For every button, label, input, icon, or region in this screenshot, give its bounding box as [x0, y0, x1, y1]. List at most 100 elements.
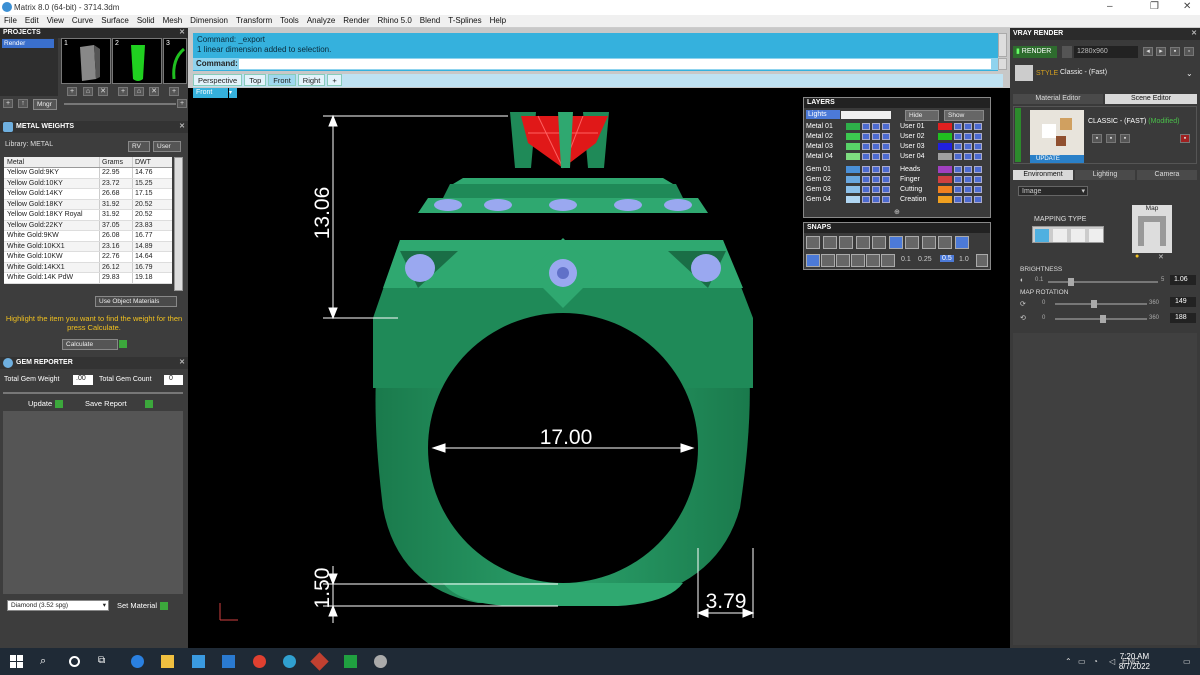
map-star-icon[interactable]: ●	[1135, 253, 1145, 261]
layer-color-swatch[interactable]	[846, 186, 860, 193]
layer-lock-icon[interactable]	[964, 133, 972, 140]
layer-lock-icon[interactable]	[964, 176, 972, 183]
prev-icon[interactable]: ◂	[1143, 47, 1153, 56]
thumb-delete2-icon[interactable]: ✕	[149, 87, 159, 96]
table-row[interactable]: Yellow Gold:9KY 22.95 14.76	[4, 168, 172, 179]
tab-right[interactable]: Right	[297, 74, 326, 86]
tab-environment[interactable]: Environment	[1013, 170, 1073, 180]
menu-surface[interactable]: Surface	[97, 15, 133, 27]
render-button[interactable]: ▮ RENDER	[1013, 46, 1057, 58]
layer-metal-04[interactable]: Metal 04	[806, 152, 833, 161]
snap-perp-icon[interactable]	[921, 236, 936, 249]
tray-wifi-icon[interactable]: ◔	[1093, 657, 1098, 666]
layer-visible-icon[interactable]	[862, 186, 870, 193]
table-scrollbar[interactable]	[174, 157, 183, 291]
resolution-field[interactable]: 1280x960	[1074, 46, 1138, 58]
dim-diameter-label[interactable]: 17.00	[540, 426, 593, 449]
layer-lock-icon[interactable]	[872, 143, 880, 150]
layers-expand-icon[interactable]: ⊕	[894, 208, 900, 216]
menu-transform[interactable]: Transform	[232, 15, 276, 27]
layer-lock-icon[interactable]	[872, 186, 880, 193]
dim-width-label[interactable]: 3.79	[706, 590, 747, 613]
map-sphere-icon[interactable]	[1071, 229, 1085, 242]
search-icon[interactable]: ⌕	[40, 655, 53, 668]
tab-perspective[interactable]: Perspective	[193, 74, 243, 86]
library-user-button[interactable]: User	[153, 141, 181, 152]
restore-button[interactable]: ❐	[1150, 1, 1159, 12]
layer-lock-icon[interactable]	[872, 176, 880, 183]
lights-layer[interactable]: Lights	[806, 110, 840, 119]
layer-select-icon[interactable]	[882, 123, 890, 130]
layer-color-swatch[interactable]	[938, 186, 952, 193]
layer-lock-icon[interactable]	[872, 196, 880, 203]
layer-color-swatch[interactable]	[938, 123, 952, 130]
other-app-icon[interactable]	[374, 655, 387, 668]
rotation2-slider[interactable]	[1055, 315, 1147, 323]
layer-color-swatch[interactable]	[846, 153, 860, 160]
manager-button[interactable]: Mngr	[33, 99, 57, 110]
update-preview-button[interactable]: UPDATE	[1030, 155, 1084, 163]
layer-select-icon[interactable]	[882, 153, 890, 160]
layer-visible-icon[interactable]	[954, 133, 962, 140]
layer-visible-icon[interactable]	[954, 143, 962, 150]
layer-lock-icon[interactable]	[964, 196, 972, 203]
menu-edit[interactable]: Edit	[21, 15, 43, 27]
table-row[interactable]: Yellow Gold:22KY 37.05 23.83	[4, 220, 172, 231]
viewport-label[interactable]: Front ▾	[193, 88, 237, 98]
layer-lock-icon[interactable]	[964, 143, 972, 150]
layer-select-icon[interactable]	[974, 176, 982, 183]
layer-cutting[interactable]: Cutting	[900, 185, 922, 194]
layer-lock-icon[interactable]	[872, 133, 880, 140]
table-row[interactable]: Yellow Gold:14KY 26.68 17.15	[4, 189, 172, 200]
layer-lock-icon[interactable]	[964, 123, 972, 130]
resolution-icon[interactable]	[1062, 46, 1072, 58]
layer-gem-04[interactable]: Gem 04	[806, 195, 831, 204]
layer-color-swatch[interactable]	[846, 133, 860, 140]
layer-select-icon[interactable]	[974, 133, 982, 140]
table-row[interactable]: White Gold:9KW 26.08 16.77	[4, 231, 172, 242]
command-input-scrollbar[interactable]	[998, 58, 1007, 70]
snap-curve-icon[interactable]	[822, 236, 837, 249]
project-up-button[interactable]: ↑	[18, 99, 28, 108]
menu-rhino[interactable]: Rhino 5.0	[374, 15, 416, 27]
close-icon[interactable]: ✕	[179, 28, 185, 38]
minimize-button[interactable]: –	[1107, 1, 1113, 12]
thumb-folder-icon[interactable]: ⌂	[83, 87, 93, 96]
layer-color-swatch[interactable]	[846, 196, 860, 203]
edge-icon[interactable]	[131, 655, 144, 668]
layer-finger[interactable]: Finger	[900, 175, 920, 184]
copy-preset-icon[interactable]: ▪	[1106, 134, 1116, 143]
brightness-slider-knob[interactable]	[1068, 278, 1075, 286]
snap-planar-icon[interactable]	[806, 254, 820, 267]
menu-blend[interactable]: Blend	[416, 15, 444, 27]
calculate-arrow-icon[interactable]	[119, 340, 127, 348]
layer-select-icon[interactable]	[882, 186, 890, 193]
chrome-icon[interactable]	[253, 655, 266, 668]
layer-color-swatch[interactable]	[846, 176, 860, 183]
tray-network-icon[interactable]: ▭	[1078, 657, 1086, 666]
layer-visible-icon[interactable]	[954, 186, 962, 193]
hide-button[interactable]: Hide	[905, 110, 939, 121]
snap-value-01[interactable]: 0.1	[901, 256, 911, 263]
menu-view[interactable]: View	[43, 15, 68, 27]
thumb-add3-icon[interactable]: +	[169, 87, 179, 96]
snap-ortho-icon[interactable]	[821, 254, 835, 267]
snap-knot-icon[interactable]	[851, 254, 865, 267]
clock[interactable]: 7:20 AM 8/7/2022	[1119, 652, 1150, 672]
layer-gem-03[interactable]: Gem 03	[806, 185, 831, 194]
notification-icon[interactable]: ▭	[1183, 657, 1191, 666]
project-thumb-1[interactable]: 1	[61, 38, 111, 84]
layer-lock-icon[interactable]	[872, 166, 880, 173]
snap-mid-icon[interactable]	[888, 236, 903, 249]
layer-user-01[interactable]: User 01	[900, 122, 925, 131]
use-object-materials-button[interactable]: Use Object Materials	[95, 296, 177, 307]
layer-visible-icon[interactable]	[862, 143, 870, 150]
layer-select-icon[interactable]	[974, 123, 982, 130]
windows-start-icon[interactable]	[10, 655, 23, 668]
layer-visible-icon[interactable]	[862, 153, 870, 160]
dim-bottom-label[interactable]: 1.50	[311, 568, 334, 609]
layer-visible-icon[interactable]	[862, 166, 870, 173]
material-select[interactable]: Diamond (3.52 spg) ▾	[7, 600, 109, 611]
tab-camera[interactable]: Camera	[1137, 170, 1197, 180]
command-input[interactable]	[239, 59, 991, 69]
